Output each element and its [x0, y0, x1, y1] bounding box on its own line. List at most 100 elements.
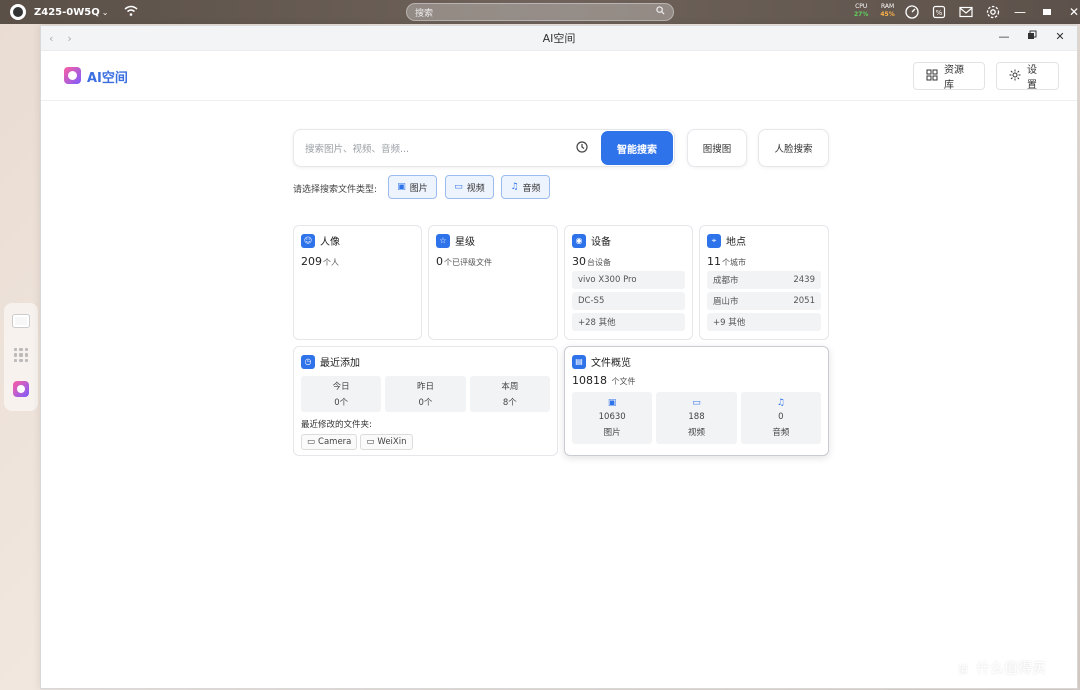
files-overview-card: ▤ 文件概览 10818 个文件 ▣ 10630 图片 ▭ 188 视频 ♫ 0… [564, 346, 829, 456]
device-name[interactable]: Z425-0W5Q [34, 7, 100, 18]
star-icon: ☆ [436, 233, 450, 248]
recent-stat-today[interactable]: 今日 0个 [301, 376, 382, 412]
place-card[interactable]: ⌖ 地点 11个城市 成都市 2439 眉山市 2051 +9 其他 [699, 225, 829, 340]
camera-icon: ◉ [572, 233, 586, 248]
window-minimize-icon[interactable]: — [997, 30, 1011, 43]
smart-search-button[interactable]: 智能搜索 [601, 131, 673, 165]
place-count-unit: 个城市 [722, 258, 746, 267]
files-stat-audio[interactable]: ♫ 0 音频 [740, 392, 821, 444]
files-stat-image[interactable]: ▣ 10630 图片 [572, 392, 653, 444]
grid-icon [926, 69, 938, 84]
type-chip-image-label: 图片 [409, 183, 428, 194]
wifi-icon[interactable] [124, 5, 138, 20]
stars-count-value: 0 [436, 255, 443, 268]
monitor-icon [13, 315, 29, 327]
image-search-button[interactable]: 图搜图 [687, 129, 747, 167]
place-item-count: 2051 [793, 296, 815, 306]
folder-chip-label: Camera [318, 437, 352, 447]
device-item-more[interactable]: +28 其他 [572, 313, 685, 331]
dock-desktop[interactable] [11, 311, 31, 331]
device-item[interactable]: DC-S5 [572, 292, 685, 310]
image-icon: ▣ [397, 182, 406, 192]
system-top-bar: Z425-0W5Q ⌄ 搜索 CPU 27% RAM 45% % — ✕ [0, 0, 1080, 24]
people-count-value: 209 [301, 255, 322, 268]
stars-count: 0个已评级文件 [436, 255, 550, 268]
type-chip-image[interactable]: ▣ 图片 [388, 175, 437, 199]
dock-ai-space[interactable] [11, 379, 31, 399]
video-icon: ▭ [454, 182, 463, 192]
library-button[interactable]: 资源库 [913, 62, 985, 91]
search-input[interactable]: 搜索图片、视频、音频... [294, 141, 576, 155]
speedometer-icon[interactable] [904, 4, 920, 20]
user-avatar-icon[interactable] [10, 4, 26, 20]
place-count: 11个城市 [707, 255, 821, 268]
location-pin-icon: ⌖ [707, 233, 721, 248]
settings-button[interactable]: 设置 [996, 62, 1059, 91]
people-card[interactable]: ☺ 人像 209个人 [293, 225, 422, 340]
file-type-prompt: 请选择搜索文件类型: [293, 185, 378, 195]
dock-apps[interactable] [11, 345, 31, 365]
watermark: 值 什么值得买 [954, 658, 1046, 678]
stars-card-header: ☆ 星级 [436, 233, 550, 248]
recent-stat-yesterday[interactable]: 昨日 0个 [385, 376, 466, 412]
people-card-title: 人像 [320, 237, 340, 248]
ram-value: 45% [880, 11, 895, 18]
place-item-more[interactable]: +9 其他 [707, 313, 821, 331]
settings-label: 设置 [1027, 65, 1037, 91]
chevron-down-icon[interactable]: ⌄ [102, 8, 109, 17]
window-title: AI空间 [542, 32, 576, 45]
recent-stat-value: 8个 [502, 398, 517, 408]
people-count-unit: 个人 [323, 258, 339, 267]
place-item-name: +9 其他 [713, 318, 746, 328]
music-icon: ♫ [510, 182, 519, 192]
window-close-icon[interactable]: ✕ [1053, 30, 1067, 43]
device-count-value: 30 [572, 255, 586, 268]
history-icon[interactable] [576, 140, 592, 156]
device-card-title: 设备 [591, 237, 611, 248]
files-stat-video[interactable]: ▭ 188 视频 [656, 392, 737, 444]
maximize-icon[interactable] [1039, 4, 1055, 20]
place-item[interactable]: 成都市 2439 [707, 271, 821, 289]
folder-icon: ▭ [366, 437, 375, 447]
minimize-icon[interactable]: — [1012, 4, 1028, 20]
type-chip-audio[interactable]: ♫ 音频 [501, 175, 550, 199]
device-item-label: DC-S5 [578, 296, 605, 306]
search-icon[interactable] [656, 6, 665, 18]
recent-stat-label: 今日 [332, 382, 350, 392]
device-card[interactable]: ◉ 设备 30台设备 vivo X300 Pro DC-S5 +28 其他 [564, 225, 693, 340]
type-chip-video-label: 视频 [466, 183, 485, 194]
type-chip-video[interactable]: ▭ 视频 [445, 175, 494, 199]
ai-space-logo-icon [64, 67, 81, 84]
stars-card[interactable]: ☆ 星级 0个已评级文件 [428, 225, 558, 340]
place-item-name: 成都市 [713, 276, 739, 286]
recent-stat-value: 0个 [334, 398, 349, 408]
place-count-value: 11 [707, 255, 721, 268]
face-search-button[interactable]: 人脸搜索 [758, 129, 829, 167]
app-header: AI空间 资源库 设置 [41, 51, 1077, 101]
window-nav: ‹ › [49, 32, 72, 45]
forward-arrow-icon[interactable]: › [67, 32, 71, 45]
close-icon[interactable]: ✕ [1066, 4, 1080, 20]
place-item[interactable]: 眉山市 2051 [707, 292, 821, 310]
recent-stat-week[interactable]: 本周 8个 [469, 376, 550, 412]
files-stat-value: 188 [688, 412, 705, 422]
image-icon: ▣ [607, 398, 617, 408]
files-count-value: 10818 [572, 374, 607, 387]
system-search-placeholder: 搜索 [415, 8, 434, 19]
system-search-input[interactable]: 搜索 [406, 3, 674, 21]
recent-folders-label: 最近修改的文件夹: [301, 420, 372, 430]
device-count: 30台设备 [572, 255, 685, 268]
cpu-value: 27% [854, 11, 869, 18]
window-controls: — ✕ [997, 30, 1067, 43]
mail-icon[interactable] [958, 4, 974, 20]
folder-chip-weixin[interactable]: ▭ WeiXin [360, 434, 413, 450]
system-tray: % — ✕ [904, 4, 1080, 20]
window-restore-icon[interactable] [1025, 30, 1039, 43]
recent-card-title: 最近添加 [320, 358, 360, 369]
gear-icon[interactable] [985, 4, 1001, 20]
folder-chip-camera[interactable]: ▭ Camera [301, 434, 358, 450]
device-item[interactable]: vivo X300 Pro [572, 271, 685, 289]
resource-monitor[interactable]: CPU 27% RAM 45% [854, 3, 895, 19]
back-arrow-icon[interactable]: ‹ [49, 32, 53, 45]
percent-icon[interactable]: % [931, 4, 947, 20]
